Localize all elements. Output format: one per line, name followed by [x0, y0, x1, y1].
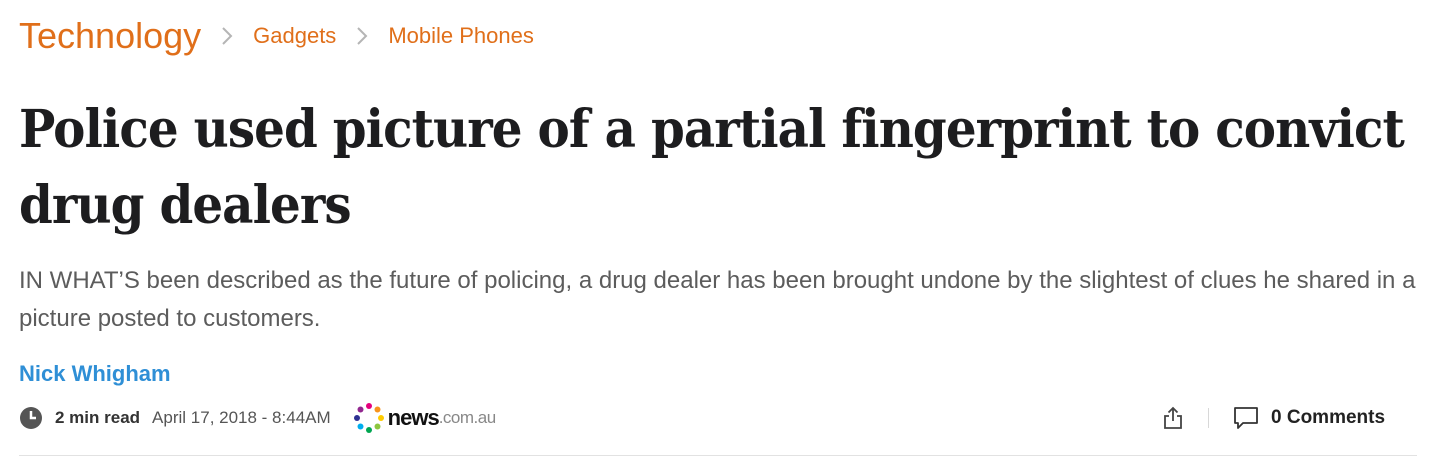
- logo-domain-text: .com.au: [438, 408, 496, 427]
- logo-news-text: news: [387, 405, 440, 430]
- news-com-au-logo[interactable]: news .com.au: [353, 402, 496, 434]
- article-headline: Police used picture of a partial fingerp…: [19, 92, 1405, 244]
- article-standfirst: IN WHAT’S been described as the future o…: [19, 267, 1416, 332]
- headline-line-1: Police used picture of a partial fingerp…: [19, 99, 1405, 160]
- comment-icon: [1234, 407, 1258, 429]
- author-link[interactable]: Nick Whigham: [19, 359, 171, 389]
- breadcrumb: Technology Gadgets Mobile Phones: [19, 14, 534, 58]
- article-meta: 2 min read April 17, 2018 - 8:44AM news …: [19, 399, 496, 437]
- comments-count: 0 Comments: [1271, 407, 1386, 428]
- chevron-right-icon: [201, 14, 253, 58]
- bottom-divider: [19, 455, 1417, 456]
- breadcrumb-gadgets[interactable]: Gadgets: [253, 14, 336, 58]
- clock-icon: [20, 407, 42, 429]
- headline-line-2: drug dealers: [19, 175, 352, 236]
- breadcrumb-technology[interactable]: Technology: [19, 14, 201, 58]
- news-logo-dots-icon: [353, 403, 384, 433]
- actions-divider: [1208, 408, 1209, 428]
- comments-button[interactable]: 0 Comments: [1233, 406, 1385, 430]
- share-icon[interactable]: [1160, 405, 1186, 431]
- chevron-right-icon: [336, 14, 388, 58]
- publish-date: April 17, 2018 - 8:44AM: [152, 408, 331, 427]
- article-actions: 0 Comments: [1160, 399, 1385, 437]
- breadcrumb-mobile-phones[interactable]: Mobile Phones: [388, 14, 534, 58]
- read-time: 2 min read: [55, 408, 141, 427]
